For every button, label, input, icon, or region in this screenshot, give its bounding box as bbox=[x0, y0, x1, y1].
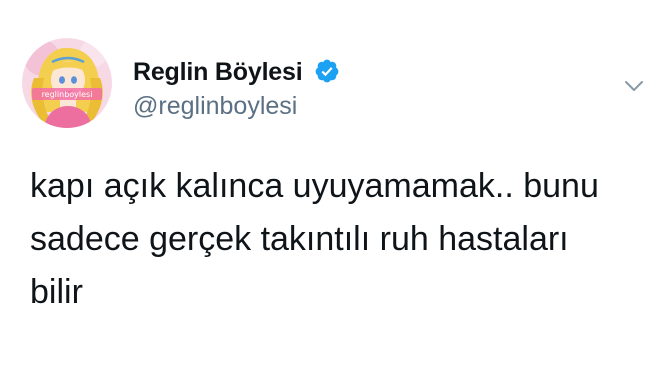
tweet-card: reglinboylesi Reglin Böylesi @reglinboyl… bbox=[0, 0, 672, 378]
avatar-watermark: reglinboylesi bbox=[42, 90, 93, 99]
chevron-down-icon[interactable] bbox=[624, 80, 644, 94]
display-name[interactable]: Reglin Böylesi bbox=[133, 58, 303, 87]
verified-badge-icon bbox=[315, 59, 339, 83]
avatar[interactable]: reglinboylesi bbox=[22, 38, 112, 128]
tweet-text: kapı açık kalınca uyuyamamak.. bunu sade… bbox=[30, 167, 599, 311]
user-handle[interactable]: @reglinboylesi bbox=[133, 92, 297, 121]
avatar-image: reglinboylesi bbox=[22, 38, 112, 128]
